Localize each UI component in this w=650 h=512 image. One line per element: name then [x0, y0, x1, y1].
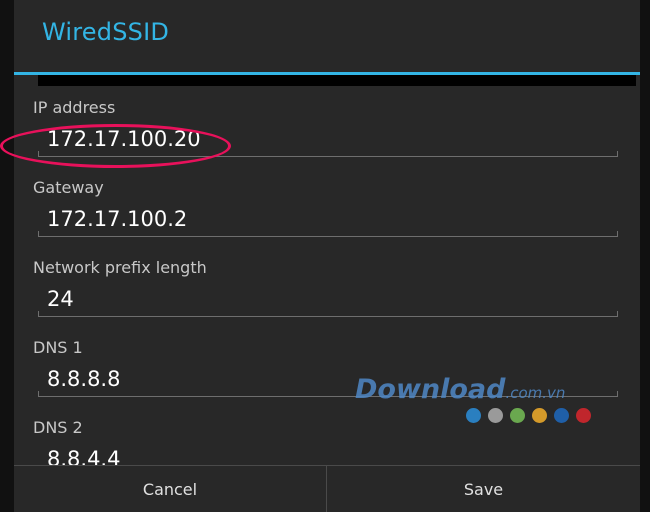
dns1-input[interactable] — [38, 362, 627, 396]
save-button[interactable]: Save — [327, 466, 640, 512]
dns1-field-group: DNS 1 — [14, 338, 640, 418]
prefix-length-underline — [38, 311, 618, 317]
dns1-label: DNS 1 — [33, 338, 83, 357]
gateway-field-group: Gateway — [14, 178, 640, 258]
dialog-button-bar: Cancel Save — [14, 465, 640, 512]
ip-address-input[interactable] — [38, 122, 627, 156]
cancel-button[interactable]: Cancel — [14, 466, 326, 512]
dns2-label: DNS 2 — [33, 418, 83, 437]
prefix-length-input[interactable] — [38, 282, 627, 316]
prefix-length-label: Network prefix length — [33, 258, 207, 277]
ip-address-field-group: IP address — [14, 98, 640, 178]
scroll-overflow-bar — [38, 75, 636, 86]
network-settings-dialog: WiredSSID IP address Gateway Network pre… — [14, 0, 640, 512]
gateway-input[interactable] — [38, 202, 627, 236]
ip-address-underline — [38, 151, 618, 157]
dialog-header: WiredSSID — [14, 0, 640, 72]
ip-address-label: IP address — [33, 98, 116, 117]
gateway-underline — [38, 231, 618, 237]
dns1-underline — [38, 391, 618, 397]
prefix-length-field-group: Network prefix length — [14, 258, 640, 338]
dialog-title: WiredSSID — [42, 18, 170, 46]
gateway-label: Gateway — [33, 178, 104, 197]
